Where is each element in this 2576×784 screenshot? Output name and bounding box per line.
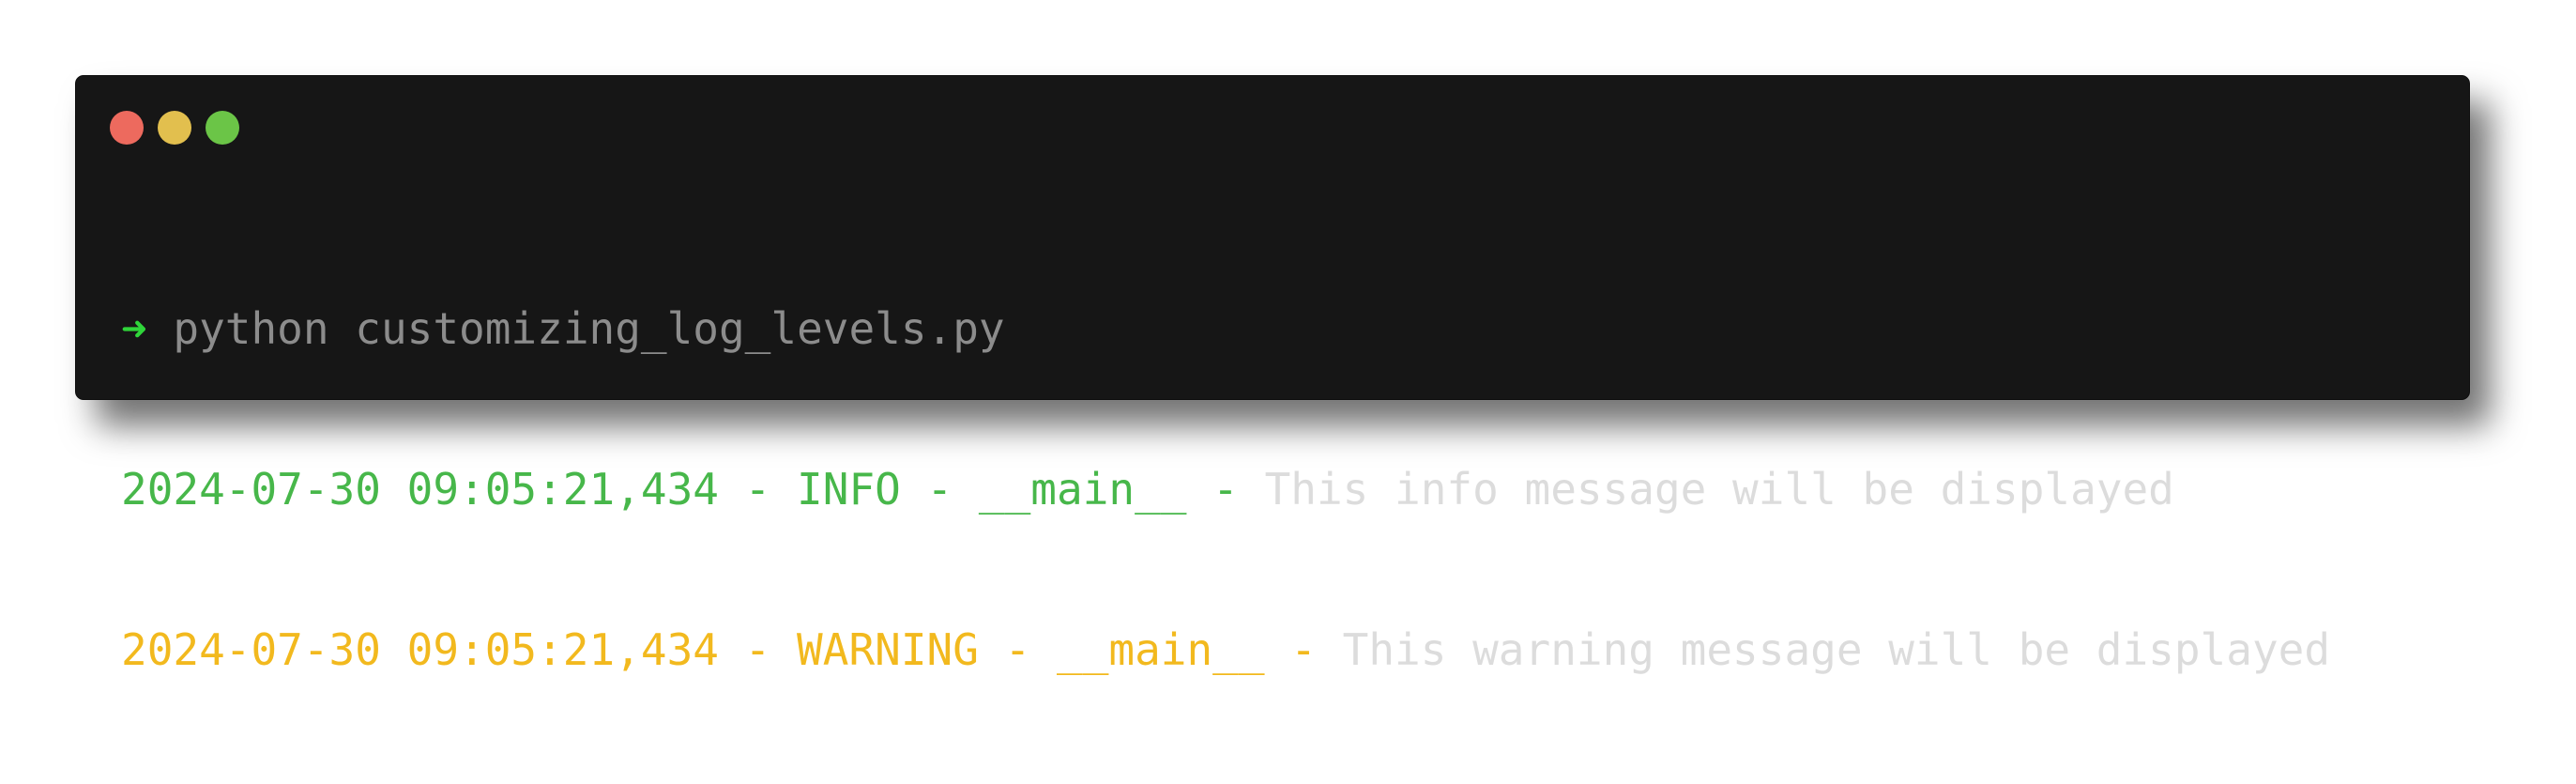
window-controls: [110, 111, 239, 145]
terminal-output: ➜ python customizing_log_levels.py 2024-…: [121, 195, 2431, 784]
command-line: ➜ python customizing_log_levels.py: [121, 302, 2431, 356]
minimize-button[interactable]: [158, 111, 191, 145]
close-button[interactable]: [110, 111, 144, 145]
log-prefix-warning: 2024-07-30 09:05:21,434 - WARNING - __ma…: [121, 624, 1343, 675]
log-message-warning: This warning message will be displayed: [1342, 624, 2331, 675]
maximize-button[interactable]: [206, 111, 239, 145]
log-line-info: 2024-07-30 09:05:21,434 - INFO - __main_…: [121, 463, 2431, 516]
command-text: python customizing_log_levels.py: [173, 303, 1005, 354]
log-line-warning: 2024-07-30 09:05:21,434 - WARNING - __ma…: [121, 623, 2431, 677]
terminal-window: ➜ python customizing_log_levels.py 2024-…: [75, 75, 2470, 675]
prompt-arrow-icon: ➜: [121, 303, 147, 354]
